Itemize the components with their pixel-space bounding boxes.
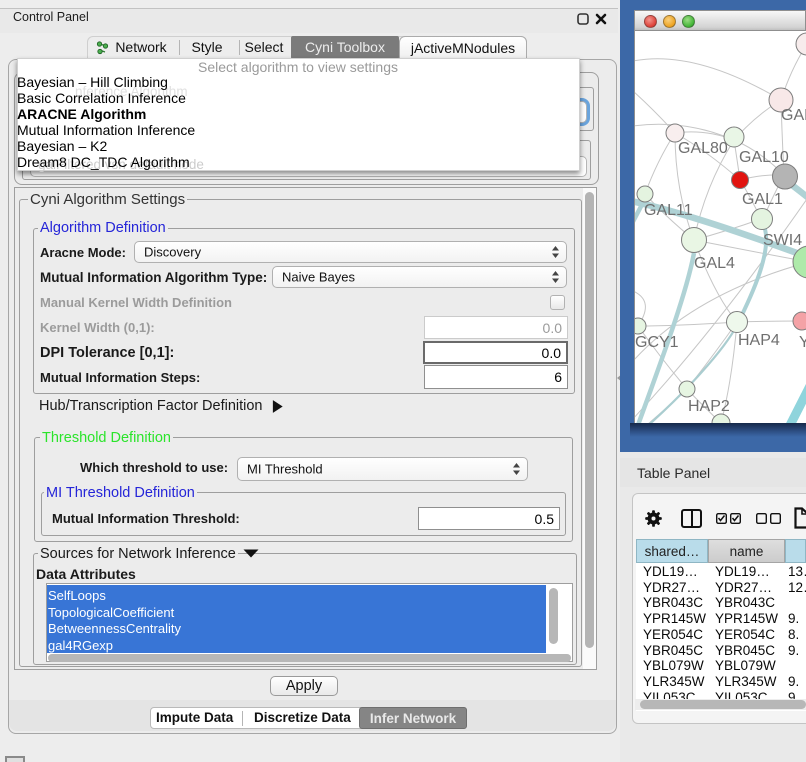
svg-text:GAL10: GAL10 xyxy=(739,149,789,166)
svg-text:GAL1: GAL1 xyxy=(742,191,783,208)
svg-text:GAL2: GAL2 xyxy=(781,107,806,124)
svg-text:Y: Y xyxy=(799,334,806,351)
svg-text:HAP4: HAP4 xyxy=(738,332,780,349)
svg-text:GAL80: GAL80 xyxy=(678,140,728,157)
svg-text:HAP2: HAP2 xyxy=(688,398,730,415)
svg-text:GAL4: GAL4 xyxy=(694,255,735,272)
svg-text:GCY1: GCY1 xyxy=(635,334,679,351)
svg-text:SWI4: SWI4 xyxy=(763,232,802,249)
svg-text:GAL11: GAL11 xyxy=(644,202,693,219)
